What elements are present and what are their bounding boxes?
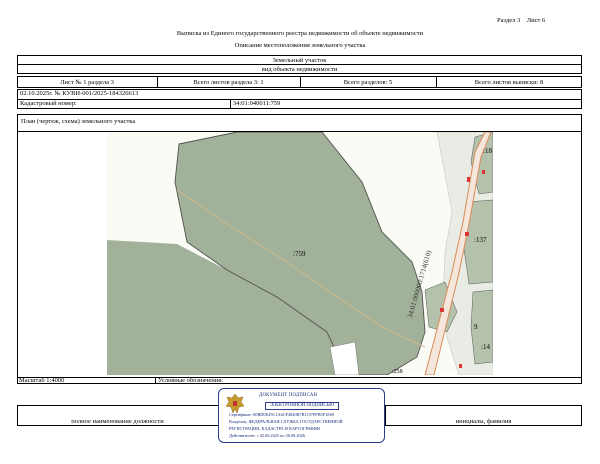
initials-caption: инициалы, фамилия [455,417,512,425]
cutout-parcel [329,341,360,375]
object-name: Земельный участок [272,56,327,64]
label-137: :137 [474,236,487,244]
e-signature-stamp: ДОКУМЕНТ ПОДПИСАН ЭЛЕКТРОННОЙ ПОДПИСЬЮ С… [218,388,385,443]
label-14: :14 [481,343,490,351]
stamp-owner: Владелец: ФЕДЕРАЛЬНАЯ СЛУЖБА ГОСУДАРСТВЕ… [229,419,343,424]
stamp-valid: Действителен: с 02.06.2025 по 26.08.2026 [229,433,305,438]
map-scale: Масштаб 1:4000 [19,377,65,384]
position-caption: полное наименование должности [71,417,164,425]
cadastral-number: 34:01:040011:759 [233,100,281,107]
building-marker [482,170,485,174]
sheet-number: Лист № 1 раздела 3 [60,78,114,86]
building-marker [465,232,469,236]
section-label: Раздел 3 [497,17,521,24]
stamp-owner2: РЕГИСТРАЦИИ, КАДАСТРА И КАРТОГРАФИИ [229,426,320,431]
label-18: :18 [483,147,492,155]
sections-total: Всего разделов: 5 [343,78,393,86]
sheets-total: Всего листов выписки: 8 [474,78,544,86]
sheets-in-section: Всего листов раздела 3: 1 [193,78,264,86]
sheet-label: Лист 6 [526,17,546,24]
record-date-number: 02.10.2025г. № КУВИ-001/2025-184326613 [20,90,139,97]
plan-label: План (чертеж, схема) земельного участка [21,118,136,125]
stamp-line2: ЭЛЕКТРОННОЙ ПОДПИСЬЮ [265,402,340,410]
label-759: :759 [293,250,306,258]
section-indicator: Раздел 3 Лист 6 [497,17,546,25]
document-subtitle: Описание местоположения земельного участ… [234,42,366,49]
legend-label: Условные обозначения: [158,377,224,384]
object-caption: вид объекта недвижимости [261,65,338,73]
building-marker [440,308,444,312]
building-marker [467,177,470,182]
label-9: 9 [474,323,478,331]
label-258: :258 [392,369,403,375]
building-marker [459,364,462,368]
cadastral-label: Кадастровый номер: [20,100,77,107]
stamp-cert: Сертификат: 00BD0E45C1A6CF4840B7B1197FFB… [229,412,335,417]
stamp-line1: ДОКУМЕНТ ПОДПИСАН [259,393,318,398]
cadastral-map: :759 :137 :18 9 :14 :258 34:01:000000:17… [107,132,493,375]
document-title: Выписка из Единого государственного реес… [176,30,424,37]
